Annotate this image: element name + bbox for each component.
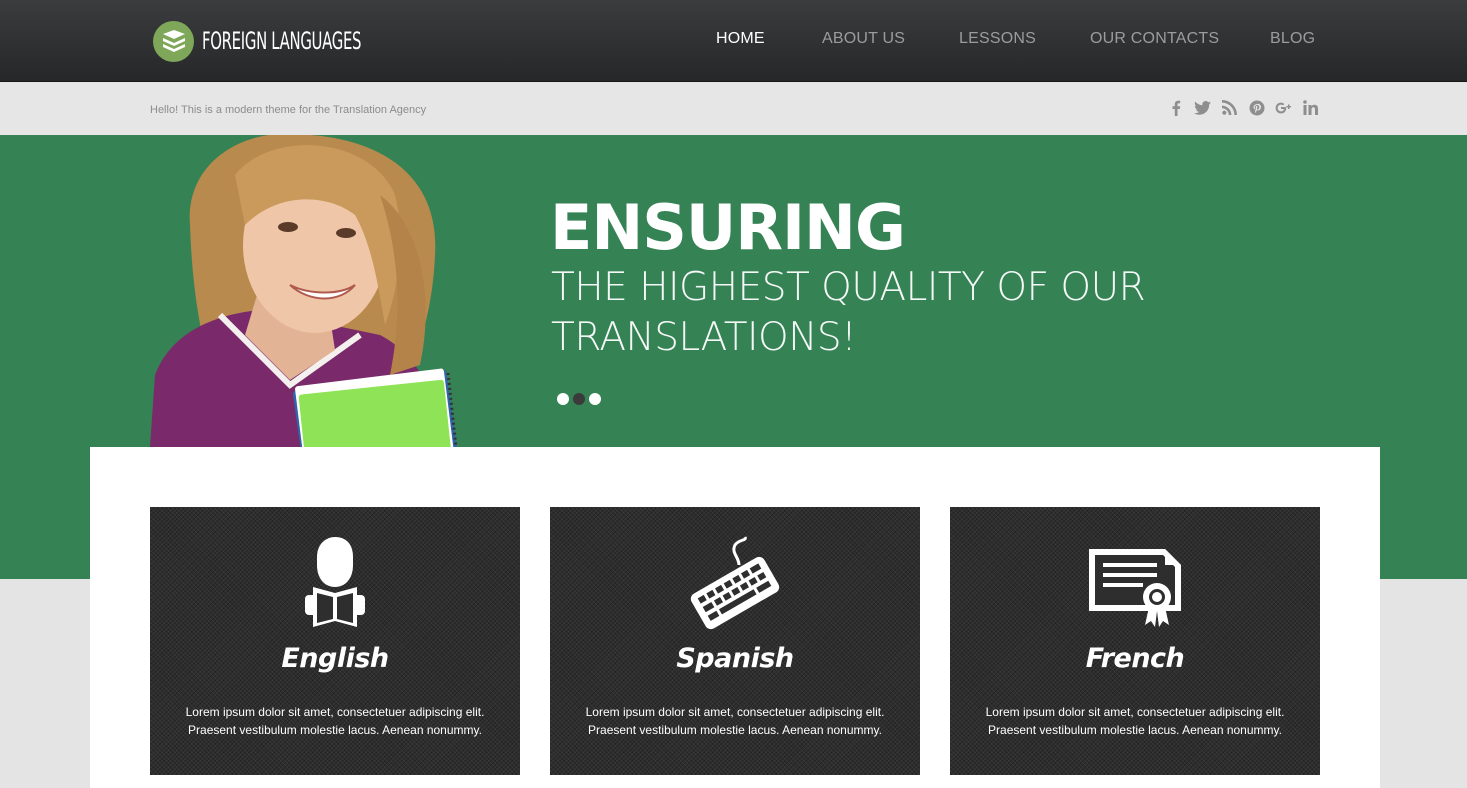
- main-nav: HOME ABOUT US LESSONS OUR CONTACTS BLOG: [0, 30, 1467, 52]
- nav-home[interactable]: HOME: [716, 30, 765, 48]
- hero-subtitle: THE HIGHEST QUALITY OF OUR TRANSLATIONS!: [551, 265, 1146, 360]
- nav-about-us[interactable]: ABOUT US: [822, 30, 905, 48]
- pinterest-icon[interactable]: [1247, 98, 1266, 117]
- hero-student-photo: [150, 135, 460, 447]
- nav-blog[interactable]: BLOG: [1270, 30, 1315, 48]
- top-bar: Hello! This is a modern theme for the Tr…: [0, 83, 1467, 135]
- rss-icon[interactable]: [1220, 98, 1239, 117]
- keyboard-icon: [550, 535, 920, 631]
- site-header: FOREIGN LANGUAGES HOME ABOUT US LESSONS …: [0, 0, 1467, 82]
- certificate-icon: [950, 535, 1320, 631]
- linkedin-icon[interactable]: [1301, 98, 1320, 117]
- card-french[interactable]: French Lorem ipsum dolor sit amet, conse…: [950, 507, 1320, 775]
- card-english[interactable]: English Lorem ipsum dolor sit amet, cons…: [150, 507, 520, 775]
- content-panel: English Lorem ipsum dolor sit amet, cons…: [90, 447, 1380, 788]
- slider-dot-2[interactable]: [573, 393, 585, 405]
- twitter-icon[interactable]: [1193, 98, 1212, 117]
- slider-dot-1[interactable]: [557, 393, 569, 405]
- slider-dot-3[interactable]: [589, 393, 601, 405]
- nav-lessons[interactable]: LESSONS: [959, 30, 1036, 48]
- card-description: Lorem ipsum dolor sit amet, consectetuer…: [585, 705, 885, 737]
- slider-pagination: [557, 393, 601, 405]
- hero-title: ENSURING: [550, 191, 906, 264]
- google-plus-icon[interactable]: [1274, 98, 1293, 117]
- reader-icon: [150, 535, 520, 631]
- card-description: Lorem ipsum dolor sit amet, consectetuer…: [985, 705, 1285, 737]
- nav-our-contacts[interactable]: OUR CONTACTS: [1090, 30, 1219, 48]
- card-spanish[interactable]: Spanish Lorem ipsum dolor sit amet, cons…: [550, 507, 920, 775]
- card-title: French: [1085, 643, 1185, 674]
- social-links: [1166, 98, 1320, 117]
- card-title: Spanish: [676, 643, 794, 674]
- card-description: Lorem ipsum dolor sit amet, consectetuer…: [185, 705, 485, 737]
- facebook-icon[interactable]: [1166, 98, 1185, 117]
- card-title: English: [281, 643, 389, 674]
- tagline: Hello! This is a modern theme for the Tr…: [150, 104, 427, 116]
